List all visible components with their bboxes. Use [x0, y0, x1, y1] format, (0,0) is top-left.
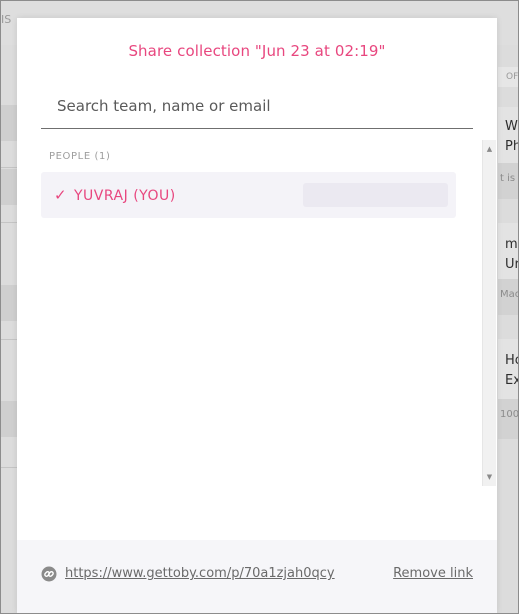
background-card-title: Ho — [505, 353, 519, 368]
remove-link-button[interactable]: Remove link — [393, 566, 473, 581]
scroll-down-arrow-icon[interactable]: ▼ — [483, 470, 496, 484]
background-card-subtitle: Mac — [500, 289, 519, 300]
background-card-title: Ur — [505, 257, 519, 272]
background-card-column: W Ph t is a m Ur Mac Ho Ex 100_ — [498, 45, 519, 613]
scroll-up-arrow-icon[interactable]: ▲ — [483, 142, 496, 156]
person-row[interactable]: ✓ YUVRAJ (YOU) — [41, 172, 456, 218]
people-list: PEOPLE (1) ✓ YUVRAJ (YOU) ▲ ▼ — [41, 140, 496, 486]
search-field — [41, 88, 473, 129]
people-section-label: PEOPLE (1) — [49, 151, 111, 162]
background-card-title: W — [505, 119, 518, 134]
background-card-footer: 100_ — [498, 399, 519, 439]
share-link-footer: https://www.gettoby.com/p/70a1zjah0qcy R… — [17, 540, 497, 614]
search-input[interactable] — [41, 88, 473, 124]
person-name: YUVRAJ (YOU) — [74, 188, 176, 204]
background-card-subtitle: t is a — [500, 173, 519, 184]
link-icon — [41, 566, 57, 582]
share-collection-modal: Share collection "Jun 23 at 02:19" PEOPL… — [17, 18, 497, 614]
background-card[interactable]: m Ur — [498, 223, 519, 279]
background-card-subtitle: 100_ — [500, 409, 519, 420]
background-card-title: Ph — [505, 139, 519, 154]
background-card-title: m — [505, 237, 518, 252]
background-card-footer: t is a — [498, 163, 519, 199]
person-email-placeholder — [303, 183, 448, 207]
checkmark-icon: ✓ — [54, 186, 67, 204]
share-link-url[interactable]: https://www.gettoby.com/p/70a1zjah0qcy — [65, 566, 335, 581]
background-header-text: IS — [1, 13, 12, 26]
background-card[interactable]: W Ph — [498, 107, 519, 163]
modal-title: Share collection "Jun 23 at 02:19" — [128, 42, 386, 60]
background-card-footer: Mac — [498, 279, 519, 315]
list-scrollbar[interactable]: ▲ ▼ — [482, 140, 496, 486]
background-card-title: Ex — [505, 373, 519, 388]
background-card[interactable]: Ho Ex — [498, 339, 519, 399]
